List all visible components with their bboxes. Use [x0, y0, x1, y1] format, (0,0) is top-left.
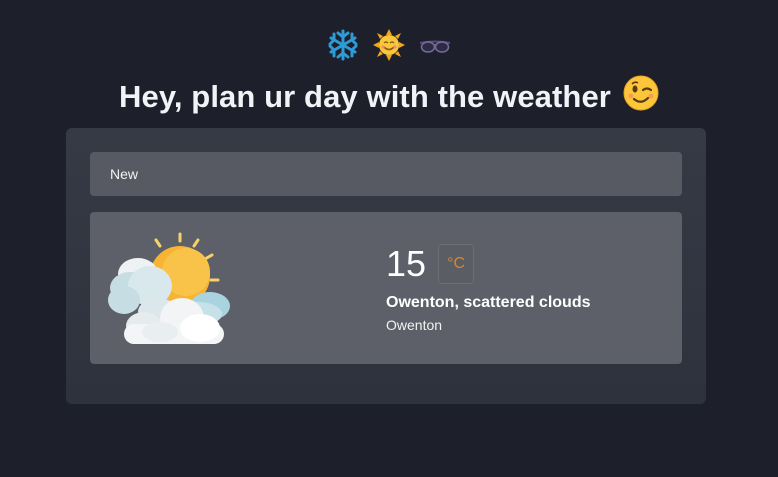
city-name: Owenton	[386, 317, 443, 333]
page-title: Hey, plan ur day with the weather	[0, 75, 778, 119]
unit-toggle-button[interactable]: °C	[438, 244, 475, 284]
emoji-row	[0, 28, 778, 62]
temperature-value: 15	[386, 243, 427, 284]
weather-info: 15 °C Owenton, scattered clouds Owenton	[386, 243, 591, 333]
headline-text: Hey, plan ur day with the weather	[119, 79, 611, 114]
sunglasses-icon	[418, 28, 452, 62]
winking-face-icon	[623, 75, 659, 119]
smiling-sun-icon	[372, 28, 406, 62]
sun-behind-clouds-icon	[100, 228, 230, 349]
weather-description: Owenton, scattered clouds	[386, 294, 591, 311]
weather-card: 15 °C Owenton, scattered clouds Owenton	[90, 212, 682, 364]
temperature-row: 15 °C	[386, 243, 590, 284]
new-button[interactable]: New	[90, 152, 682, 196]
new-label: New	[110, 166, 139, 182]
weather-panel: New 15 °C Owenton, scattered clouds Owen…	[66, 128, 706, 404]
snowflake-icon	[326, 28, 360, 62]
